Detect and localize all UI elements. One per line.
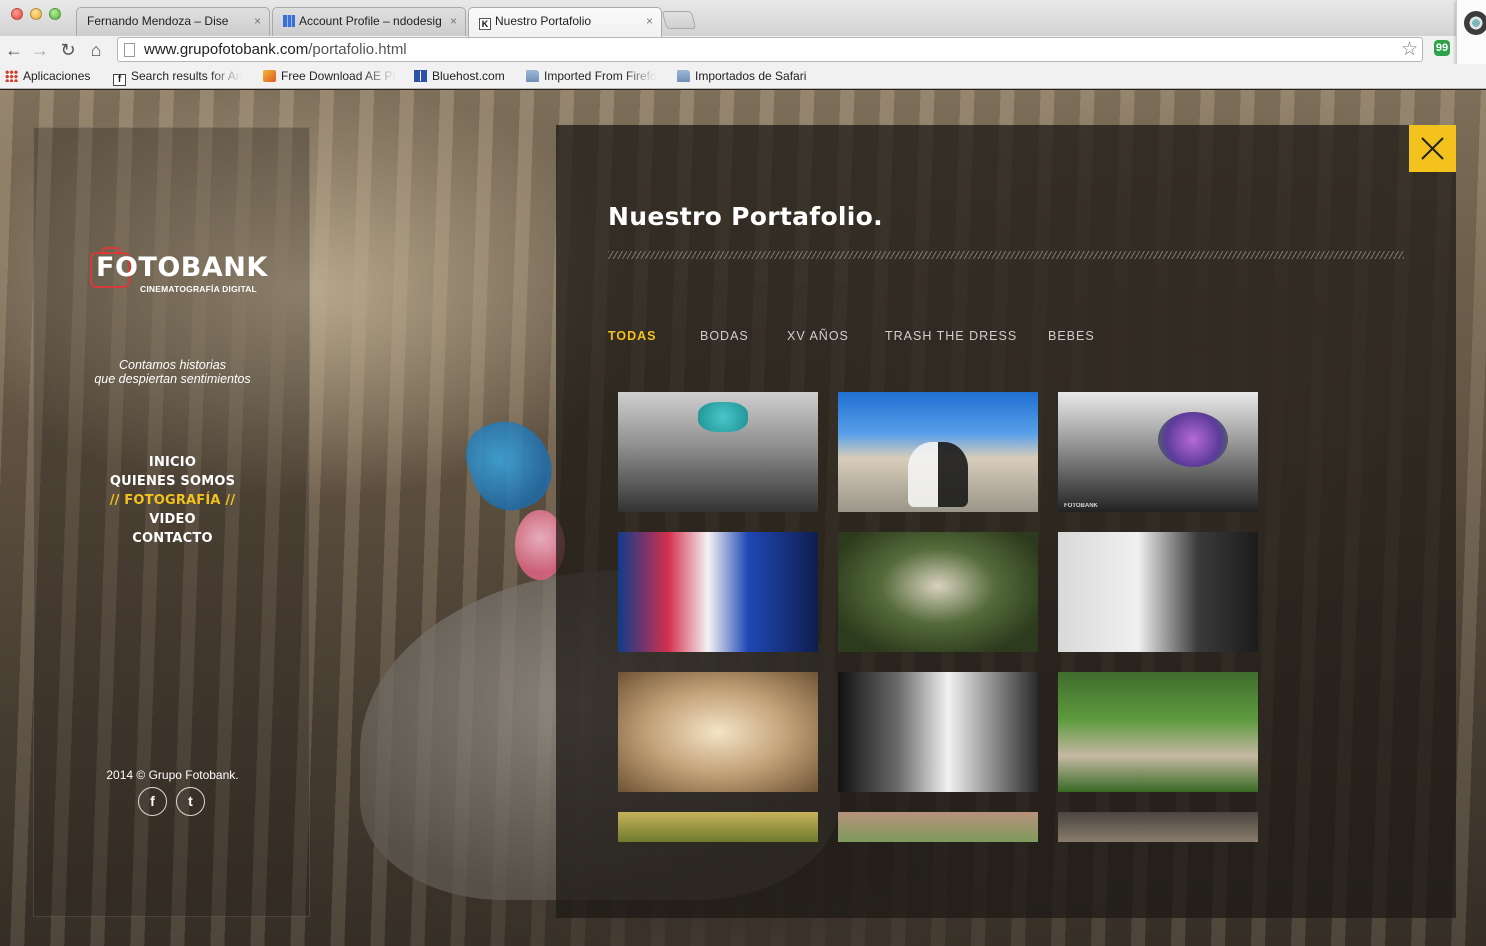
portfolio-thumbnail[interactable] — [838, 392, 1038, 512]
k-favicon-icon: K — [479, 18, 491, 30]
browser-tab-3-active[interactable]: K Nuestro Portafolio × — [468, 7, 662, 37]
fb-icon: f — [113, 74, 126, 86]
tab-title: Account Profile – ndodesig — [299, 14, 442, 28]
home-icon[interactable]: ⌂ — [86, 40, 106, 60]
bookmark-star-icon[interactable]: ☆ — [1401, 38, 1418, 61]
filter-xv-anos[interactable]: XV AÑOS — [787, 329, 849, 343]
bookmark-label: Aplicaciones — [23, 69, 91, 83]
logo-text: FOTOBANK — [96, 252, 268, 283]
folder-icon — [526, 70, 539, 82]
background-ribbon-image — [457, 409, 563, 521]
close-icon — [1421, 137, 1444, 160]
portfolio-panel: Nuestro Portafolio. TODAS BODAS XV AÑOS … — [556, 125, 1456, 918]
evernote-extension-icon[interactable]: 99 — [1434, 40, 1450, 56]
nav-fotografia[interactable]: // FOTOGRAFÍA // — [34, 491, 311, 510]
title-divider — [608, 251, 1404, 259]
thumbnail-watermark: FOTOBANK — [1064, 503, 1098, 509]
nav-video[interactable]: VIDEO — [34, 510, 311, 529]
portfolio-thumbnail[interactable]: FOTOBANK — [1058, 392, 1258, 512]
portfolio-thumbnail[interactable] — [1058, 532, 1258, 652]
portfolio-thumbnail[interactable] — [838, 672, 1038, 792]
apps-grid-icon — [5, 70, 18, 82]
bookmark-label: Imported From Firefo — [544, 69, 657, 83]
portfolio-thumbnail[interactable] — [838, 532, 1038, 652]
tab-close-icon[interactable]: × — [646, 14, 653, 28]
nav-contacto[interactable]: CONTACTO — [34, 529, 311, 548]
bluehost-icon — [414, 70, 427, 82]
zoom-window-button[interactable] — [49, 8, 61, 20]
url-host: www.grupofotobank.com — [144, 41, 309, 58]
bookmark-bluehost[interactable]: Bluehost.com — [414, 69, 514, 83]
fotobank-logo[interactable]: FOTOBANK CINEMATOGRAFÍA DIGITAL — [90, 247, 267, 298]
back-arrow-icon[interactable]: ← — [4, 40, 24, 60]
tab-title: Nuestro Portafolio — [495, 14, 592, 28]
portfolio-thumbnail[interactable] — [618, 672, 818, 792]
avatar-icon — [1464, 11, 1486, 35]
bookmark-label: Bluehost.com — [432, 69, 505, 83]
bookmarks-bar: Aplicaciones f Search results for An Free… — [0, 64, 1486, 89]
filter-bodas[interactable]: BODAS — [700, 329, 749, 343]
forward-arrow-icon[interactable]: → — [30, 40, 50, 60]
browser-tab-2[interactable]: Account Profile – ndodesig × — [272, 7, 466, 36]
nav-quienes-somos[interactable]: QUIENES SOMOS — [34, 472, 311, 491]
facebook-icon[interactable]: f — [138, 787, 167, 816]
url-path: /portafolio.html — [308, 41, 407, 58]
minimize-window-button[interactable] — [30, 8, 42, 20]
folder-icon — [677, 70, 690, 82]
browser-toolbar: ← → ↻ ⌂ www.grupofotobank.com/portafolio… — [0, 36, 1486, 64]
bookmark-label: Free Download AE Pr — [281, 69, 396, 83]
logo-subtitle: CINEMATOGRAFÍA DIGITAL — [140, 284, 257, 294]
tagline-line-1: Contamos historias — [119, 358, 226, 372]
tab-close-icon[interactable]: × — [450, 14, 457, 28]
portfolio-thumbnail[interactable] — [1058, 812, 1258, 842]
bookmark-search-results[interactable]: f Search results for An — [113, 69, 246, 86]
tagline: Contamos historias que despiertan sentim… — [34, 358, 311, 386]
nav-inicio[interactable]: INICIO — [34, 453, 311, 472]
portfolio-thumbnail[interactable] — [1058, 672, 1258, 792]
bookmark-label: Search results for An — [131, 69, 243, 83]
reload-icon[interactable]: ↻ — [58, 40, 78, 60]
page-title: Nuestro Portafolio. — [608, 202, 883, 231]
bookmark-folder-firefox[interactable]: Imported From Firefo — [526, 69, 662, 83]
bookmark-folder-safari[interactable]: Importados de Safari — [677, 69, 817, 83]
browser-tab-1[interactable]: Fernando Mendoza – Dise × — [76, 7, 270, 36]
tab-title: Fernando Mendoza – Dise — [87, 14, 229, 28]
sidebar: FOTOBANK CINEMATOGRAFÍA DIGITAL Contamos… — [33, 127, 310, 917]
page-icon — [124, 43, 135, 57]
portfolio-thumbnail[interactable] — [618, 392, 818, 512]
close-panel-button[interactable] — [1409, 125, 1456, 172]
portfolio-thumbnail[interactable] — [618, 532, 818, 652]
portfolio-thumbnail[interactable] — [618, 812, 818, 842]
new-tab-button[interactable] — [661, 11, 697, 29]
filter-bebes[interactable]: BEBES — [1048, 329, 1095, 343]
filter-trash-the-dress[interactable]: TRASH THE DRESS — [885, 329, 1017, 343]
tagline-line-2: que despiertan sentimientos — [94, 372, 251, 386]
close-window-button[interactable] — [11, 8, 23, 20]
bookmark-label: Importados de Safari — [695, 69, 807, 83]
page-background: FOTOBANK CINEMATOGRAFÍA DIGITAL Contamos… — [0, 90, 1486, 946]
browser-tab-bar: Fernando Mendoza – Dise × Account Profil… — [0, 0, 1486, 37]
profile-menu-button[interactable] — [1456, 0, 1486, 70]
grid-favicon-icon — [283, 15, 295, 27]
copyright-text: 2014 © Grupo Fotobank. — [106, 768, 239, 782]
portfolio-thumbnail[interactable] — [838, 812, 1038, 842]
filter-todas[interactable]: TODAS — [608, 329, 657, 343]
main-nav: INICIO QUIENES SOMOS // FOTOGRAFÍA // VI… — [34, 453, 311, 548]
bookmark-free-download[interactable]: Free Download AE Pr — [263, 69, 396, 83]
address-bar[interactable]: www.grupofotobank.com/portafolio.html ☆ — [117, 37, 1423, 62]
twitter-icon[interactable]: t — [176, 787, 205, 816]
tab-close-icon[interactable]: × — [254, 14, 261, 28]
ae-icon — [263, 70, 276, 82]
bookmark-apps[interactable]: Aplicaciones — [5, 69, 101, 83]
